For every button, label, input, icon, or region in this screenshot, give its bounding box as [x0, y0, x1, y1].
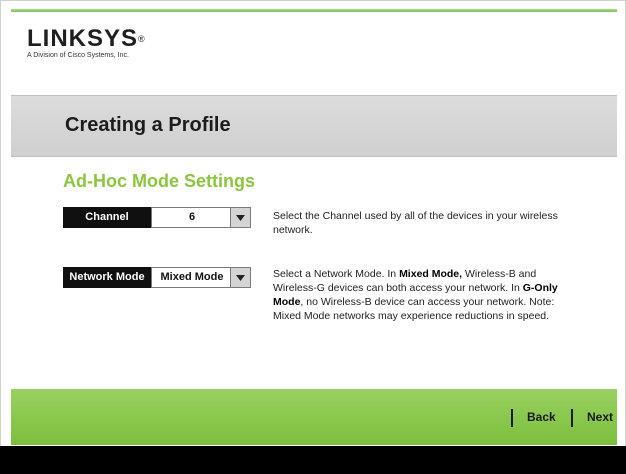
channel-label: Channel [63, 207, 151, 228]
top-accent-bar [11, 9, 617, 12]
mixed-mode-term: Mixed Mode, [399, 268, 463, 280]
back-button[interactable]: Back [527, 410, 556, 424]
section-title: Ad-Hoc Mode Settings [63, 171, 255, 191]
next-button[interactable]: Next [587, 410, 613, 424]
channel-select[interactable]: 6 [151, 207, 251, 228]
logo-name: LINKSYS [27, 25, 139, 52]
network-mode-desc-part-3: , no Wireless-B device can access your n… [273, 296, 555, 322]
network-mode-select-value: Mixed Mode [160, 271, 224, 283]
logo-tagline: A Division of Cisco Systems, Inc. [27, 52, 129, 59]
linksys-logo: LINKSYS® A Division of Cisco Systems, In… [27, 27, 146, 60]
logo-registered-mark: ® [138, 34, 146, 44]
network-mode-label: Network Mode [63, 267, 151, 288]
bottom-bar [0, 446, 626, 474]
title-band: Creating a Profile [11, 95, 617, 157]
logo-wordmark: LINKSYS® [27, 27, 146, 51]
nav-separator [571, 409, 573, 427]
network-mode-select[interactable]: Mixed Mode [151, 267, 251, 288]
chevron-down-icon[interactable] [230, 208, 250, 227]
chevron-down-icon[interactable] [230, 268, 250, 287]
nav-separator [511, 409, 513, 427]
network-mode-desc-part-1: Select a Network Mode. In [273, 268, 400, 280]
page-title: Creating a Profile [65, 114, 231, 136]
channel-select-value: 6 [188, 211, 196, 223]
footer-nav-band: Back Next [11, 389, 617, 445]
channel-description: Select the Channel used by all of the de… [273, 210, 558, 236]
wizard-window: LINKSYS® A Division of Cisco Systems, In… [0, 0, 626, 474]
network-mode-description: Select a Network Mode. In Mixed Mode, Wi… [273, 267, 563, 323]
